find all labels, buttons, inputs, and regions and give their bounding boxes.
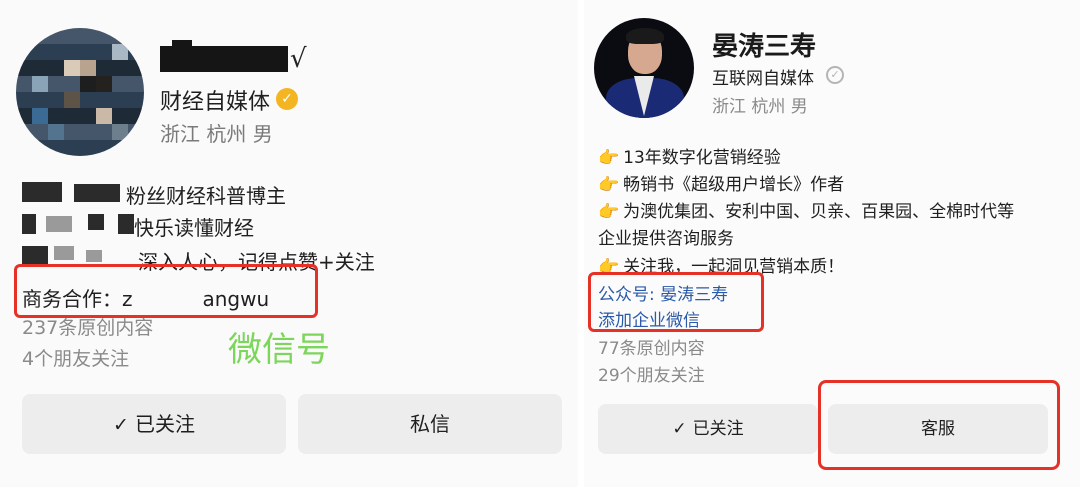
redaction [46, 216, 72, 232]
redaction [22, 246, 48, 264]
account-title: 互联网自媒体 [712, 69, 814, 89]
friends-following-count[interactable]: 4个朋友关注 [22, 344, 129, 371]
bio-line-2: 👉 畅销书《超级用户增长》作者 [598, 175, 845, 195]
redaction [88, 214, 104, 230]
original-content-count[interactable]: 237条原创内容 [22, 313, 153, 340]
highlight-box [14, 264, 318, 318]
account-title: 财经自媒体 [160, 90, 271, 115]
avatar[interactable] [16, 28, 144, 156]
follow-button[interactable]: ✓ 已关注 [22, 394, 286, 454]
pointing-hand-icon: 👉 [598, 202, 620, 222]
bio-line-2: 快乐读懂财经 [134, 216, 254, 240]
pointing-hand-icon: 👉 [598, 175, 620, 195]
bio-line-1: 粉丝财经科普博主 [126, 184, 286, 208]
highlight-box [588, 272, 764, 332]
follow-button[interactable]: ✓ 已关注 [598, 404, 818, 454]
highlight-box [818, 380, 1060, 470]
redaction [86, 250, 102, 262]
pointing-hand-icon: 👉 [598, 148, 620, 168]
redaction [22, 182, 62, 202]
verified-badge-icon: ✓ [276, 88, 298, 110]
profile-name: 晏涛三寿 [712, 32, 817, 62]
friends-following-count[interactable]: 29个朋友关注 [598, 361, 705, 386]
avatar-hair [626, 28, 664, 44]
bio-line-1: 👉 13年数字化营销经验 [598, 148, 781, 168]
wechat-annotation: 微信号 [228, 330, 330, 370]
verified-badge-icon: ✓ [826, 66, 844, 84]
message-button[interactable]: 私信 [298, 394, 562, 454]
redacted-name-fragment [172, 40, 192, 54]
redaction [118, 214, 134, 234]
redaction [54, 246, 74, 260]
check-icon: ✓ [113, 414, 129, 436]
redaction [74, 184, 120, 202]
avatar[interactable] [594, 18, 694, 118]
name-check-icon: √ [290, 44, 307, 74]
bio-line-3: 👉 为澳优集团、安利中国、贝亲、百果园、全棉时代等 [598, 202, 1015, 222]
bio-line-4: 企业提供咨询服务 [598, 229, 734, 249]
location-text: 浙江 杭州 男 [712, 97, 808, 117]
original-content-count[interactable]: 77条原创内容 [598, 334, 705, 359]
check-icon: ✓ [672, 419, 687, 439]
redaction [22, 214, 36, 234]
location-text: 浙江 杭州 男 [160, 122, 273, 146]
